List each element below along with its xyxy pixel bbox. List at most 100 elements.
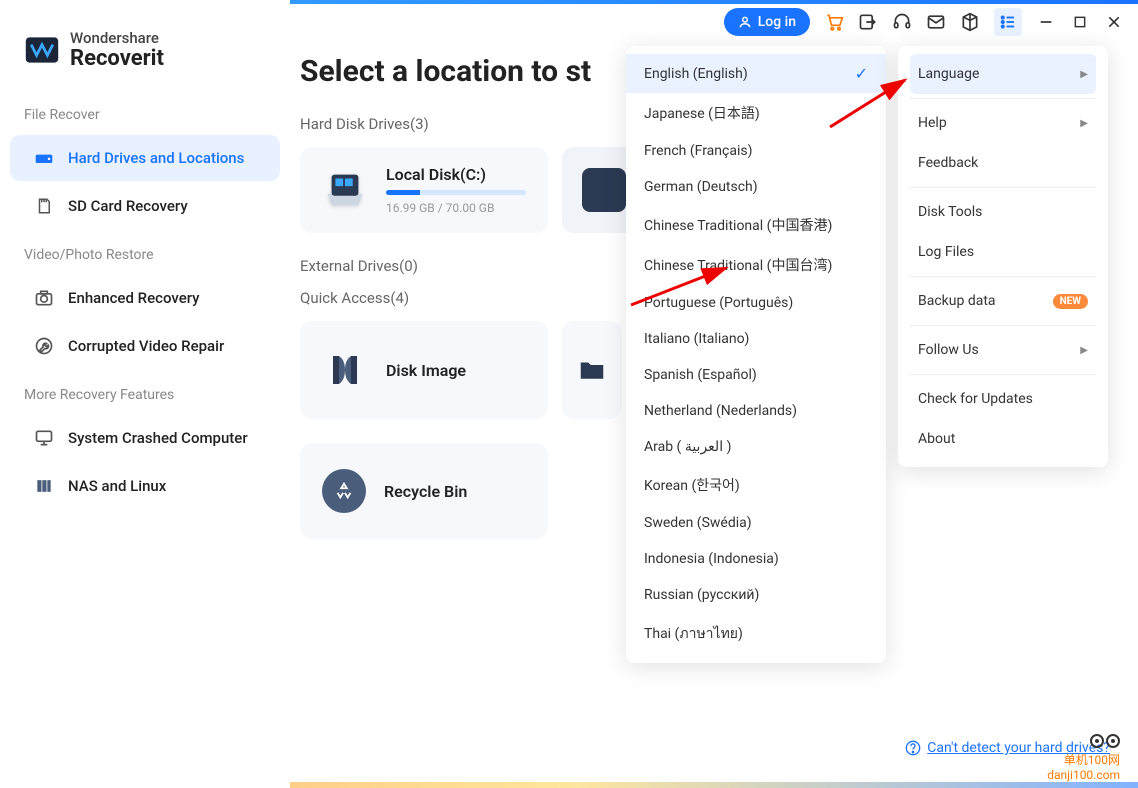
mail-icon[interactable] <box>926 12 946 32</box>
sidebar-item-hard-drives[interactable]: Hard Drives and Locations <box>10 135 280 181</box>
settings-dropdown: Language ▶ Help ▶ Feedback Disk Tools Lo… <box>898 46 1108 467</box>
new-badge: NEW <box>1053 294 1088 309</box>
recycle-bin-icon <box>322 469 366 513</box>
language-option[interactable]: German (Deutsch) <box>626 169 886 205</box>
minimize-icon[interactable] <box>1036 12 1056 32</box>
settings-item-label: Language <box>918 66 979 82</box>
language-option[interactable]: Indonesia (Indonesia) <box>626 541 886 577</box>
nav-section-video-photo: Video/Photo Restore <box>0 231 290 273</box>
settings-item-label: Disk Tools <box>918 204 982 220</box>
drive-name: Local Disk(C:) <box>386 165 526 184</box>
chevron-right-icon: ▶ <box>1080 69 1088 80</box>
language-option-label: French (Français) <box>644 143 752 159</box>
help-circle-icon <box>905 740 921 756</box>
camera-icon <box>34 288 54 308</box>
settings-item-feedback[interactable]: Feedback <box>910 143 1096 183</box>
language-option[interactable]: Arab ( العربية ) <box>626 429 886 465</box>
quick-card-label: Recycle Bin <box>384 482 467 501</box>
settings-item-label: Backup data <box>918 293 996 309</box>
language-option-label: Chinese Traditional (中国香港) <box>644 215 832 235</box>
quick-card-recycle-bin[interactable]: Recycle Bin <box>300 443 548 539</box>
language-option[interactable]: English (English) ✓ <box>626 54 886 93</box>
sidebar-item-label: Hard Drives and Locations <box>68 149 244 167</box>
language-option[interactable]: Portuguese (Português) <box>626 285 886 321</box>
sidebar-item-nas-linux[interactable]: NAS and Linux <box>10 463 280 509</box>
check-icon: ✓ <box>855 64 868 83</box>
disk-image-icon <box>322 347 368 393</box>
watermark-line1: 单机100网 <box>1047 751 1120 768</box>
language-option[interactable]: Chinese Traditional (中国台湾) <box>626 245 886 285</box>
language-option[interactable]: Russian (русский) <box>626 577 886 613</box>
nav-section-file-recover: File Recover <box>0 91 290 133</box>
settings-item-disk-tools[interactable]: Disk Tools <box>910 192 1096 232</box>
cart-icon[interactable] <box>824 12 844 32</box>
top-toolbar: Log in <box>710 0 1138 44</box>
import-icon[interactable] <box>858 12 878 32</box>
close-icon[interactable] <box>1104 12 1124 32</box>
settings-item-backup-data[interactable]: Backup data NEW <box>910 281 1096 321</box>
language-option-label: Korean (한국어) <box>644 475 740 495</box>
cube-icon[interactable] <box>960 12 980 32</box>
language-option-label: German (Deutsch) <box>644 179 758 195</box>
maximize-icon[interactable] <box>1070 12 1090 32</box>
chevron-right-icon: ▶ <box>1080 345 1088 356</box>
language-option[interactable]: Sweden (Swédia) <box>626 505 886 541</box>
drive-disk-icon <box>582 168 626 212</box>
hard-drive-icon <box>34 148 54 168</box>
settings-item-label: Log Files <box>918 244 974 260</box>
watermark-icon <box>1090 734 1120 748</box>
sidebar-item-crashed-computer[interactable]: System Crashed Computer <box>10 415 280 461</box>
language-option-label: Spanish (Español) <box>644 367 757 383</box>
language-option-label: Indonesia (Indonesia) <box>644 551 779 567</box>
sidebar-item-label: System Crashed Computer <box>68 429 248 447</box>
nas-icon <box>34 476 54 496</box>
folder-icon <box>572 347 612 393</box>
quick-card-disk-image[interactable]: Disk Image <box>300 321 548 419</box>
quick-card-placeholder[interactable] <box>562 321 622 419</box>
language-option[interactable]: French (Français) <box>626 133 886 169</box>
app-logo: Wondershare Recoverit <box>0 20 290 91</box>
language-option[interactable]: Korean (한국어) <box>626 465 886 505</box>
language-option-label: Portuguese (Português) <box>644 295 793 311</box>
drive-card-local-c[interactable]: Local Disk(C:) 16.99 GB / 70.00 GB <box>300 147 548 233</box>
language-option-label: Sweden (Swédia) <box>644 515 752 531</box>
sidebar-item-label: NAS and Linux <box>68 477 166 495</box>
settings-item-language[interactable]: Language ▶ <box>910 54 1096 94</box>
settings-item-follow-us[interactable]: Follow Us ▶ <box>910 330 1096 370</box>
language-option-label: Japanese (日本語) <box>644 103 760 123</box>
language-option-label: Netherland (Nederlands) <box>644 403 797 419</box>
sidebar-item-sd-card[interactable]: SD Card Recovery <box>10 183 280 229</box>
language-option[interactable]: Italiano (Italiano) <box>626 321 886 357</box>
language-option-label: Arab ( العربية ) <box>644 439 731 455</box>
sidebar-item-corrupted-video[interactable]: Corrupted Video Repair <box>10 323 280 369</box>
language-option-label: Thai (ภาษาไทย) <box>644 623 743 645</box>
language-option[interactable]: Japanese (日本語) <box>626 93 886 133</box>
watermark-line2: danji100.com <box>1047 768 1120 782</box>
language-option-label: English (English) <box>644 66 748 82</box>
settings-item-about[interactable]: About <box>910 419 1096 459</box>
settings-item-label: Help <box>918 115 947 131</box>
sidebar-item-enhanced-recovery[interactable]: Enhanced Recovery <box>10 275 280 321</box>
logo-line2: Recoverit <box>70 47 164 71</box>
language-option[interactable]: Thai (ภาษาไทย) <box>626 613 886 655</box>
settings-item-help[interactable]: Help ▶ <box>910 103 1096 143</box>
settings-item-label: Follow Us <box>918 342 979 358</box>
chevron-right-icon: ▶ <box>1080 118 1088 129</box>
user-icon <box>738 15 752 29</box>
language-option[interactable]: Spanish (Español) <box>626 357 886 393</box>
sidebar-item-label: Corrupted Video Repair <box>68 337 224 355</box>
list-menu-icon[interactable] <box>994 8 1022 36</box>
language-option[interactable]: Chinese Traditional (中国香港) <box>626 205 886 245</box>
settings-item-log-files[interactable]: Log Files <box>910 232 1096 272</box>
login-button[interactable]: Log in <box>724 8 810 36</box>
language-dropdown: English (English) ✓ Japanese (日本語) French (… <box>626 46 886 663</box>
logo-icon <box>24 32 60 68</box>
sidebar: Wondershare Recoverit File Recover Hard … <box>0 0 290 788</box>
headset-icon[interactable] <box>892 12 912 32</box>
sd-card-icon <box>34 196 54 216</box>
nav-section-more-features: More Recovery Features <box>0 371 290 413</box>
sidebar-item-label: Enhanced Recovery <box>68 289 200 307</box>
language-option[interactable]: Netherland (Nederlands) <box>626 393 886 429</box>
settings-item-check-updates[interactable]: Check for Updates <box>910 379 1096 419</box>
sidebar-item-label: SD Card Recovery <box>68 197 188 215</box>
